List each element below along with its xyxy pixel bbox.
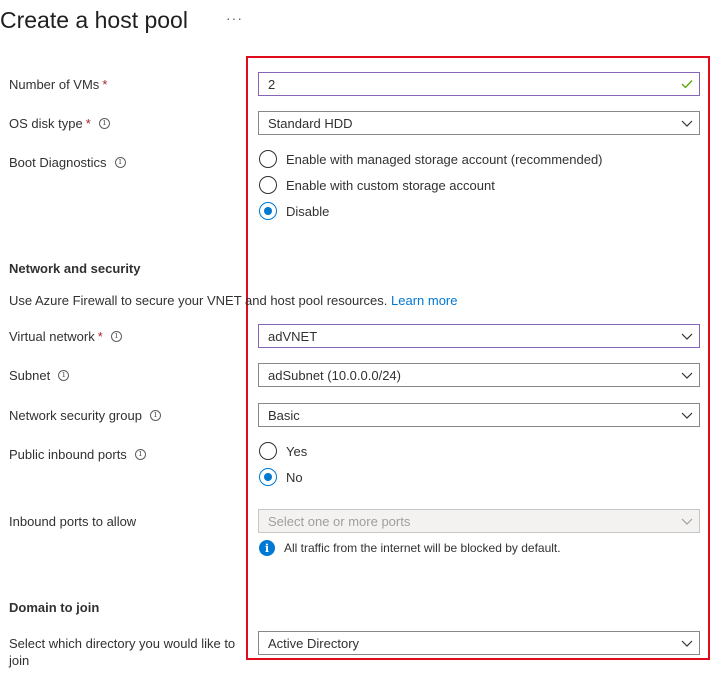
public-inbound-label-text: Public inbound ports xyxy=(9,447,127,462)
boot-diagnostics-label-text: Boot Diagnostics xyxy=(9,155,107,170)
boot-option-disable-label: Disable xyxy=(286,203,330,219)
vms-input[interactable]: 2 xyxy=(258,72,700,96)
public-inbound-label: Public inbound ports i xyxy=(9,447,146,462)
boot-diagnostics-label: Boot Diagnostics i xyxy=(9,155,126,170)
os-disk-value: Standard HDD xyxy=(268,115,353,131)
nsg-label-text: Network security group xyxy=(9,408,142,423)
directory-label: Select which directory you would like to… xyxy=(9,636,236,668)
radio-button-selected[interactable] xyxy=(259,202,277,220)
radio-button-selected[interactable] xyxy=(259,468,277,486)
domain-heading: Domain to join xyxy=(9,600,100,615)
info-icon[interactable]: i xyxy=(58,370,70,381)
required-marker: * xyxy=(97,329,103,344)
vnet-label: Virtual network * i xyxy=(9,329,122,344)
required-marker: * xyxy=(85,116,91,131)
chevron-down-icon xyxy=(675,364,699,386)
inbound-ports-dropdown: Select one or more ports xyxy=(258,509,700,533)
vms-label: Number of VMs * xyxy=(9,77,107,92)
inbound-notice: i All traffic from the internet will be … xyxy=(259,540,561,556)
vms-label-text: Number of VMs xyxy=(9,77,100,92)
inbound-notice-text: All traffic from the internet will be bl… xyxy=(284,541,561,555)
learn-more-link[interactable]: Learn more xyxy=(391,293,457,308)
os-disk-label: OS disk type * i xyxy=(9,116,110,131)
directory-dropdown[interactable]: Active Directory xyxy=(258,631,700,655)
boot-option-custom[interactable]: Enable with custom storage account xyxy=(259,176,495,194)
inbound-ports-label: Inbound ports to allow xyxy=(9,514,136,529)
os-disk-label-text: OS disk type xyxy=(9,116,83,131)
inbound-option-yes-label: Yes xyxy=(286,443,308,459)
nsg-label: Network security group i xyxy=(9,408,161,423)
info-icon[interactable]: i xyxy=(98,118,110,129)
info-icon[interactable]: i xyxy=(149,410,161,421)
nsg-value: Basic xyxy=(268,407,300,423)
chevron-down-icon xyxy=(675,112,699,134)
info-icon[interactable]: i xyxy=(110,331,122,342)
highlight-annotation-box xyxy=(246,56,710,660)
directory-value: Active Directory xyxy=(268,635,360,651)
vnet-label-text: Virtual network xyxy=(9,329,95,344)
inbound-ports-placeholder: Select one or more ports xyxy=(268,513,411,529)
radio-button[interactable] xyxy=(259,442,277,460)
subnet-value: adSubnet (10.0.0.0/24) xyxy=(268,367,401,383)
inbound-option-no[interactable]: No xyxy=(259,468,303,486)
chevron-down-icon xyxy=(675,632,699,654)
radio-button[interactable] xyxy=(259,150,277,168)
radio-button[interactable] xyxy=(259,176,277,194)
firewall-description: Use Azure Firewall to secure your VNET a… xyxy=(9,293,388,308)
boot-option-managed-label: Enable with managed storage account (rec… xyxy=(286,151,603,167)
network-security-heading: Network and security xyxy=(9,261,141,276)
inbound-option-no-label: No xyxy=(286,469,303,485)
info-filled-icon: i xyxy=(259,540,275,556)
firewall-text: Use Azure Firewall to secure your VNET a… xyxy=(9,293,458,308)
more-options-icon[interactable]: ··· xyxy=(226,10,243,26)
chevron-down-icon xyxy=(675,510,699,532)
info-icon[interactable]: i xyxy=(134,449,146,460)
info-icon[interactable]: i xyxy=(114,157,126,168)
inbound-ports-label-text: Inbound ports to allow xyxy=(9,514,137,529)
boot-option-custom-label: Enable with custom storage account xyxy=(286,177,495,193)
checkmark-icon xyxy=(675,73,699,95)
chevron-down-icon xyxy=(675,325,699,347)
subnet-dropdown[interactable]: adSubnet (10.0.0.0/24) xyxy=(258,363,700,387)
page-title: Create a host pool xyxy=(0,6,188,33)
vnet-dropdown[interactable]: adVNET xyxy=(258,324,700,348)
inbound-option-yes[interactable]: Yes xyxy=(259,442,307,460)
boot-option-disable[interactable]: Disable xyxy=(259,202,329,220)
nsg-dropdown[interactable]: Basic xyxy=(258,403,700,427)
required-marker: * xyxy=(102,77,108,92)
subnet-label-text: Subnet xyxy=(9,368,51,383)
vnet-value: adVNET xyxy=(268,328,318,344)
chevron-down-icon xyxy=(675,404,699,426)
subnet-label: Subnet i xyxy=(9,368,70,383)
os-disk-dropdown[interactable]: Standard HDD xyxy=(258,111,700,135)
boot-option-managed[interactable]: Enable with managed storage account (rec… xyxy=(259,150,603,168)
vms-value: 2 xyxy=(268,76,276,92)
title-row: Create a host pool xyxy=(0,4,188,36)
